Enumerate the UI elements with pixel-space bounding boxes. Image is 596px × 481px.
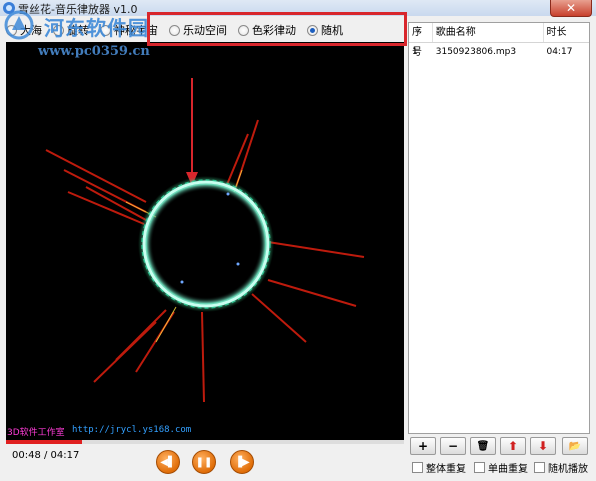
studio-url[interactable]: http://jrycl.ys168.com (72, 425, 191, 435)
next-icon: ▐▶ (234, 456, 250, 468)
mode-label: 大海 (20, 24, 42, 37)
prev-icon: ◀▌ (160, 456, 176, 468)
checkbox-icon[interactable] (534, 462, 545, 473)
header-name[interactable]: 歌曲名称 (433, 23, 544, 42)
pause-button[interactable]: ❚❚ (192, 450, 216, 474)
playlist-header: 序号 歌曲名称 时长 (409, 23, 590, 58)
visualizer-graphic (45, 78, 365, 403)
mode-radio-ocean[interactable]: 大海 (6, 22, 42, 38)
repeat-one-label: 单曲重复 (488, 464, 528, 475)
playlist-row[interactable]: 1 3150923806.mp3 04:17 (409, 43, 589, 61)
remove-button[interactable]: − (440, 437, 466, 455)
plus-icon: + (417, 439, 429, 453)
mode-label: 旋转 (67, 24, 89, 37)
folder-open-icon: 📂 (568, 440, 582, 452)
pause-icon: ❚❚ (195, 456, 213, 468)
trash-icon: 🗑 (476, 440, 490, 452)
time-label: 00:48 / 04:17 (12, 450, 80, 461)
window-title: 雪丝花-音乐律放器 v1.0 (18, 3, 138, 16)
app-icon (3, 2, 15, 14)
studio-label: 3D软件工作室 (7, 428, 65, 438)
radio-icon[interactable] (100, 24, 111, 36)
arrow-down-icon: ⬇ (537, 439, 549, 453)
annotation-highlight (147, 12, 407, 46)
radio-icon[interactable] (6, 24, 17, 36)
add-button[interactable]: + (410, 437, 436, 455)
visualizer: 3D软件工作室 http://jrycl.ys168.com (6, 42, 404, 440)
next-button[interactable]: ▐▶ (230, 450, 254, 474)
progress-fill (6, 440, 82, 444)
row-name: 3150923806.mp3 (435, 47, 517, 57)
move-up-button[interactable]: ⬆ (500, 437, 526, 455)
delete-button[interactable]: 🗑 (470, 437, 496, 455)
row-index: 1 (412, 47, 418, 57)
radio-icon[interactable] (53, 24, 64, 36)
shuffle-label: 随机播放 (548, 464, 588, 475)
open-button[interactable]: 📂 (562, 437, 588, 455)
repeat-all-label: 整体重复 (426, 464, 466, 475)
move-down-button[interactable]: ⬇ (530, 437, 556, 455)
minus-icon: − (447, 439, 459, 453)
annotation-arrow-icon (186, 78, 198, 186)
repeat-all-option[interactable]: 整体重复 (412, 460, 466, 475)
header-index[interactable]: 序号 (409, 23, 433, 58)
arrow-up-icon: ⬆ (507, 439, 519, 453)
progress-bar[interactable] (6, 440, 404, 444)
checkbox-icon[interactable] (412, 462, 423, 473)
checkbox-icon[interactable] (474, 462, 485, 473)
close-button[interactable]: ✕ (550, 0, 592, 17)
prev-button[interactable]: ◀▌ (156, 450, 180, 474)
shuffle-option[interactable]: 随机播放 (534, 460, 588, 475)
mode-radio-rotate[interactable]: 旋转 (53, 22, 89, 38)
repeat-one-option[interactable]: 单曲重复 (474, 460, 528, 475)
playlist: 序号 歌曲名称 时长 1 3150923806.mp3 04:17 (408, 22, 590, 434)
row-duration: 04:17 (546, 47, 573, 57)
header-duration[interactable]: 时长 (544, 23, 590, 42)
